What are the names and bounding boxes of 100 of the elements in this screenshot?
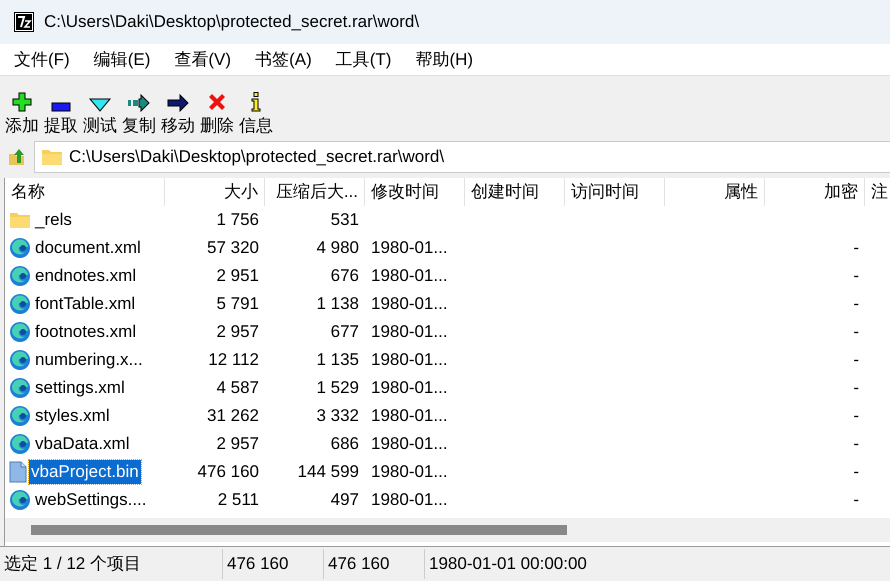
table-cell: 1980-01... — [371, 378, 448, 397]
table-cell: 1 135 — [316, 350, 359, 369]
table-cell: 31 262 — [207, 406, 259, 425]
table-cell: 12 112 — [208, 350, 259, 369]
table-cell: 1980-01... — [371, 406, 448, 425]
menu-item[interactable]: 书签(A) — [247, 48, 320, 71]
table-cell: 677 — [330, 322, 359, 341]
table-cell: 1980-01... — [371, 350, 448, 369]
column-header[interactable]: 修改时间 — [365, 178, 465, 206]
table-cell: 57 320 — [207, 238, 259, 257]
window-title: C:\Users\Daki\Desktop\protected_secret.rar\word\ — [44, 12, 420, 32]
table-cell: - — [853, 350, 859, 369]
table-cell: - — [853, 378, 859, 397]
table-cell: 2 511 — [218, 490, 259, 509]
table-cell: - — [853, 322, 859, 341]
table-cell: 5 791 — [216, 294, 259, 313]
table-cell: - — [853, 238, 859, 257]
table-cell: 144 599 — [298, 462, 359, 481]
menu-item[interactable]: 帮助(H) — [407, 48, 482, 71]
browser-icon — [9, 265, 31, 287]
toolbar-button[interactable]: 测试 — [82, 84, 118, 136]
table-cell: 1980-01... — [371, 322, 448, 341]
table-cell: - — [853, 294, 859, 313]
toolbar-button[interactable]: 移动 — [160, 84, 196, 136]
x-icon — [207, 92, 227, 112]
arrow-right-icon — [167, 94, 189, 112]
table-cell: - — [853, 462, 859, 481]
toolbar-button[interactable]: 信息 — [238, 84, 274, 136]
file-name[interactable]: document.xml — [33, 236, 143, 260]
column-header[interactable]: 创建时间 — [465, 178, 565, 206]
browser-icon — [9, 377, 31, 399]
table-cell: 1 756 — [216, 210, 259, 229]
menu-item[interactable]: 文件(F) — [6, 48, 78, 71]
menu-item[interactable]: 查看(V) — [166, 48, 240, 71]
table-cell: 4 587 — [216, 378, 259, 397]
table-cell: 1980-01... — [371, 238, 448, 257]
menu-item[interactable]: 工具(T) — [328, 48, 400, 71]
browser-icon — [9, 489, 31, 511]
file-name[interactable]: _rels — [33, 208, 74, 232]
browser-icon — [9, 349, 31, 371]
folder-icon — [41, 148, 63, 166]
toolbar-button[interactable]: 提取 — [43, 84, 79, 136]
table-cell: 2 951 — [216, 266, 259, 285]
plus-icon — [12, 92, 32, 112]
browser-icon — [9, 237, 31, 259]
browser-icon — [9, 405, 31, 427]
status-text: 476 160 — [324, 549, 425, 579]
table-cell: 676 — [330, 266, 359, 285]
table-cell: 3 332 — [316, 406, 359, 425]
column-header[interactable]: 注 — [865, 178, 890, 206]
table-cell: 1980-01... — [371, 266, 448, 285]
column-header[interactable]: 压缩后大... — [265, 178, 365, 206]
file-name[interactable]: styles.xml — [33, 404, 112, 428]
file-name[interactable]: settings.xml — [33, 376, 127, 400]
table-cell: 2 957 — [216, 322, 259, 341]
file-name[interactable]: vbaData.xml — [33, 432, 132, 456]
table-cell: 1980-01... — [371, 462, 448, 481]
table-cell: 1 138 — [316, 294, 359, 313]
table-cell: 1980-01... — [371, 434, 448, 453]
toolbar-button[interactable]: 删除 — [199, 84, 235, 136]
browser-icon — [9, 433, 31, 455]
info-icon — [250, 92, 262, 112]
toolbar-button[interactable]: 添加 — [4, 84, 40, 136]
app-logo-icon — [14, 12, 34, 32]
menu-item[interactable]: 编辑(E) — [86, 48, 158, 71]
table-cell: - — [853, 406, 859, 425]
table-cell: 2 957 — [216, 434, 259, 453]
table-cell: 1 529 — [316, 378, 359, 397]
minus-icon — [51, 102, 71, 112]
table-cell: - — [853, 490, 859, 509]
file-name[interactable]: endnotes.xml — [33, 264, 138, 288]
column-header[interactable]: 名称 — [5, 178, 165, 206]
status-text: 476 160 — [223, 549, 324, 579]
table-cell: 686 — [330, 434, 359, 453]
chevron-down-icon — [89, 98, 111, 112]
file-name[interactable]: fontTable.xml — [33, 292, 138, 316]
status-text: 1980-01-01 00:00:00 — [428, 553, 588, 575]
column-header[interactable]: 加密 — [765, 178, 865, 206]
file-icon — [9, 461, 27, 483]
column-header[interactable]: 访问时间 — [565, 178, 665, 206]
file-name[interactable]: numbering.x... — [33, 348, 145, 372]
file-name[interactable]: footnotes.xml — [33, 320, 138, 344]
file-name[interactable]: webSettings.... — [33, 488, 149, 512]
table-cell: 531 — [330, 210, 359, 229]
table-cell: 1980-01... — [371, 490, 448, 509]
folder-up-icon[interactable] — [8, 148, 26, 166]
file-name[interactable]: vbaProject.bin — [29, 460, 141, 484]
table-cell: 1980-01... — [371, 294, 448, 313]
toolbar-button[interactable]: 复制 — [121, 84, 157, 136]
table-cell: 497 — [330, 490, 359, 509]
browser-icon — [9, 321, 31, 343]
browser-icon — [9, 293, 31, 315]
column-header[interactable]: 大小 — [165, 178, 265, 206]
table-cell: 476 160 — [198, 462, 259, 481]
column-header[interactable]: 属性 — [665, 178, 765, 206]
scrollbar-thumb[interactable] — [31, 525, 567, 535]
table-cell: - — [853, 266, 859, 285]
address-field[interactable]: C:\Users\Daki\Desktop\protected_secret.rar\word\ — [34, 141, 890, 173]
status-text: 选定 1 / 12 个项目 — [0, 549, 223, 579]
table-cell: 4 980 — [316, 238, 359, 257]
